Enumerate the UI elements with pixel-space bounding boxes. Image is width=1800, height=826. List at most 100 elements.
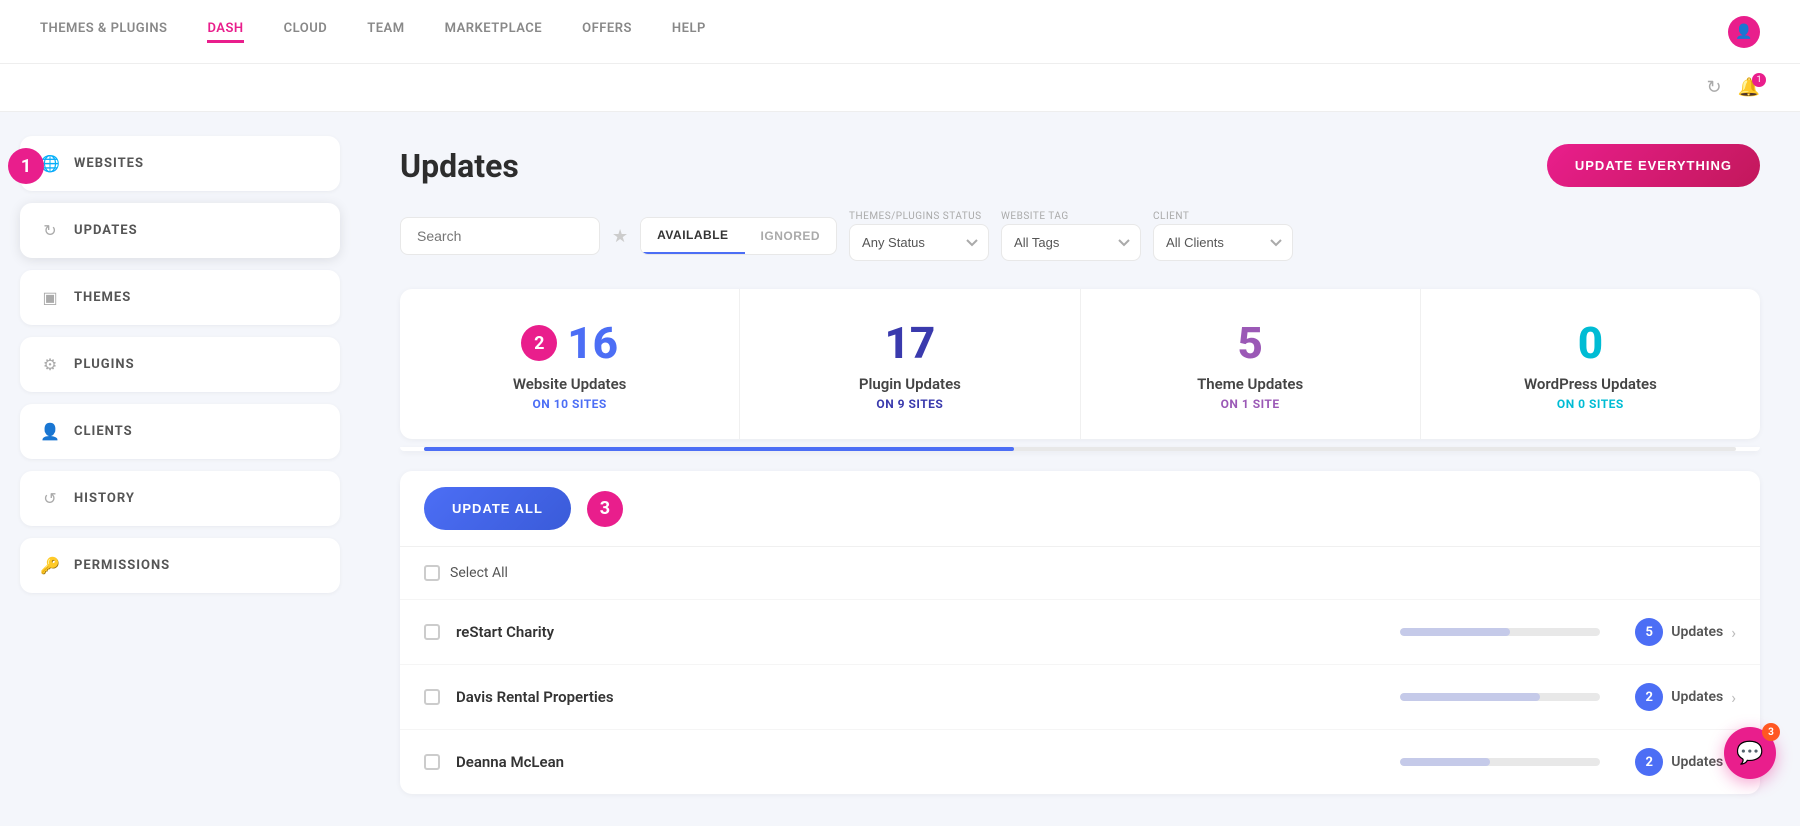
updates-text-1: Updates <box>1671 689 1723 705</box>
update-everything-button[interactable]: UPDATE EVERYTHING <box>1547 144 1760 187</box>
stat-label-website: Website Updates <box>424 375 715 393</box>
stat-label-wp: WordPress Updates <box>1445 375 1736 393</box>
tag-filter-select[interactable]: All Tags <box>1001 224 1141 261</box>
row-updates-2: 2 Updates › <box>1616 748 1736 776</box>
page-header: Updates UPDATE EVERYTHING <box>400 144 1760 187</box>
row-checkbox-2[interactable] <box>424 754 440 770</box>
tab-ignored[interactable]: IGNORED <box>745 218 837 254</box>
client-filter-select[interactable]: All Clients <box>1153 224 1293 261</box>
select-all-label[interactable]: Select All <box>450 565 508 581</box>
updates-badge-0: 5 <box>1635 618 1663 646</box>
nav-dash[interactable]: DASH <box>207 21 243 43</box>
client-filter-label: CLIENT <box>1153 211 1293 222</box>
nav-links: THEMES & PLUGINS DASH CLOUD TEAM MARKETP… <box>40 21 1728 43</box>
second-bar: ↻ 🔔 1 <box>0 64 1800 112</box>
nav-help[interactable]: HELP <box>672 21 706 43</box>
row-updates-0: 5 Updates › <box>1616 618 1736 646</box>
nav-cloud[interactable]: CLOUD <box>284 21 328 43</box>
row-bar-fill-0 <box>1400 628 1510 636</box>
stat-sub-wp: ON 0 SITES <box>1445 397 1736 411</box>
stat-wp-updates: 0 WordPress Updates ON 0 SITES <box>1421 289 1760 439</box>
updates-text-2: Updates <box>1671 754 1723 770</box>
sidebar-item-plugins[interactable]: ⚙ PLUGINS <box>20 337 340 392</box>
notification-badge: 1 <box>1752 73 1766 87</box>
nav-team[interactable]: TEAM <box>367 21 404 43</box>
sidebar-label-websites: WEBSITES <box>74 156 144 171</box>
sidebar-item-themes[interactable]: ▣ THEMES <box>20 270 340 325</box>
chat-badge: 3 <box>1762 723 1780 741</box>
client-filter-group: CLIENT All Clients <box>1153 211 1293 261</box>
sidebar-label-themes: THEMES <box>74 290 131 305</box>
sidebar-label-plugins: PLUGINS <box>74 357 135 372</box>
stat-website-updates: 2 16 Website Updates ON 10 SITES <box>400 289 740 439</box>
row-bar-0 <box>1400 628 1600 636</box>
checkbox-2[interactable] <box>424 754 440 770</box>
row-bar-fill-2 <box>1400 758 1490 766</box>
stat-theme-updates: 5 Theme Updates ON 1 SITE <box>1081 289 1421 439</box>
select-all-checkbox[interactable] <box>424 565 440 581</box>
progress-area <box>400 447 1760 451</box>
tab-group: AVAILABLE IGNORED <box>640 217 837 255</box>
nav-themes-plugins[interactable]: THEMES & PLUGINS <box>40 21 167 43</box>
sidebar-item-websites[interactable]: 🌐 WEBSITES <box>20 136 340 191</box>
stat-sub-plugin: ON 9 SITES <box>764 397 1055 411</box>
page-title: Updates <box>400 147 519 185</box>
row-bar-2 <box>1400 758 1600 766</box>
row-checkbox-1[interactable] <box>424 689 440 705</box>
stat-badge-website: 2 <box>521 325 557 361</box>
tab-available[interactable]: AVAILABLE <box>641 218 744 254</box>
permissions-icon: 🔑 <box>40 556 60 575</box>
star-icon[interactable]: ★ <box>612 226 628 247</box>
stat-plugin-updates: 17 Plugin Updates ON 9 SITES <box>740 289 1080 439</box>
updates-badge-1: 2 <box>1635 683 1663 711</box>
checkbox-0[interactable] <box>424 624 440 640</box>
stat-label-theme: Theme Updates <box>1105 375 1396 393</box>
table-row: Davis Rental Properties 2 Updates › <box>400 665 1760 730</box>
user-avatar[interactable]: 👤 <box>1728 16 1760 48</box>
updates-badge-2: 2 <box>1635 748 1663 776</box>
history-icon: ↺ <box>40 489 60 508</box>
plugins-icon: ⚙ <box>40 355 60 374</box>
table-row: Deanna McLean 2 Updates › <box>400 730 1760 794</box>
row-bar-1 <box>1400 693 1600 701</box>
updates-text-0: Updates <box>1671 624 1723 640</box>
update-all-button[interactable]: UPDATE ALL <box>424 487 571 530</box>
site-name-1: Davis Rental Properties <box>456 688 1384 706</box>
refresh-icon[interactable]: ↻ <box>1706 77 1721 98</box>
nav-offers[interactable]: OFFERS <box>582 21 632 43</box>
layout: 1 🌐 WEBSITES ↻ UPDATES ▣ THEMES ⚙ PLUGIN… <box>0 112 1800 826</box>
sidebar-label-updates: UPDATES <box>74 223 138 238</box>
sidebar-item-clients[interactable]: 👤 CLIENTS <box>20 404 340 459</box>
sidebar-badge: 1 <box>8 148 44 184</box>
progress-bar-track <box>424 447 1736 451</box>
chevron-icon-0[interactable]: › <box>1731 623 1736 642</box>
stat-num-theme: 5 <box>1237 317 1262 369</box>
status-filter-group: THEMES/PLUGINS STATUS Any Status <box>849 211 989 261</box>
search-input[interactable] <box>400 217 600 255</box>
sidebar-item-history[interactable]: ↺ HISTORY <box>20 471 340 526</box>
row-updates-1: 2 Updates › <box>1616 683 1736 711</box>
chevron-icon-1[interactable]: › <box>1731 688 1736 707</box>
notification-bell[interactable]: 🔔 1 <box>1738 77 1760 98</box>
row-checkbox-0[interactable] <box>424 624 440 640</box>
nav-right: 👤 <box>1728 16 1760 48</box>
table-actions-bar: UPDATE ALL 3 <box>400 471 1760 547</box>
status-filter-select[interactable]: Any Status <box>849 224 989 261</box>
top-nav: THEMES & PLUGINS DASH CLOUD TEAM MARKETP… <box>0 0 1800 64</box>
nav-marketplace[interactable]: MARKETPLACE <box>445 21 543 43</box>
sidebar-item-permissions[interactable]: 🔑 PERMISSIONS <box>20 538 340 593</box>
sidebar-label-clients: CLIENTS <box>74 424 133 439</box>
action-badge: 3 <box>587 491 623 527</box>
stat-sub-theme: ON 1 SITE <box>1105 397 1396 411</box>
select-all-row: Select All <box>400 547 1760 600</box>
select-all-checkbox-group[interactable]: Select All <box>424 565 508 581</box>
updates-icon: ↻ <box>40 221 60 240</box>
sidebar-item-updates[interactable]: ↻ UPDATES <box>20 203 340 258</box>
row-bar-fill-1 <box>1400 693 1540 701</box>
clients-icon: 👤 <box>40 422 60 441</box>
sidebar-label-permissions: PERMISSIONS <box>74 558 170 573</box>
stat-sub-website: ON 10 SITES <box>424 397 715 411</box>
checkbox-1[interactable] <box>424 689 440 705</box>
chat-bubble[interactable]: 💬 3 <box>1724 727 1776 779</box>
tag-filter-group: WEBSITE TAG All Tags <box>1001 211 1141 261</box>
